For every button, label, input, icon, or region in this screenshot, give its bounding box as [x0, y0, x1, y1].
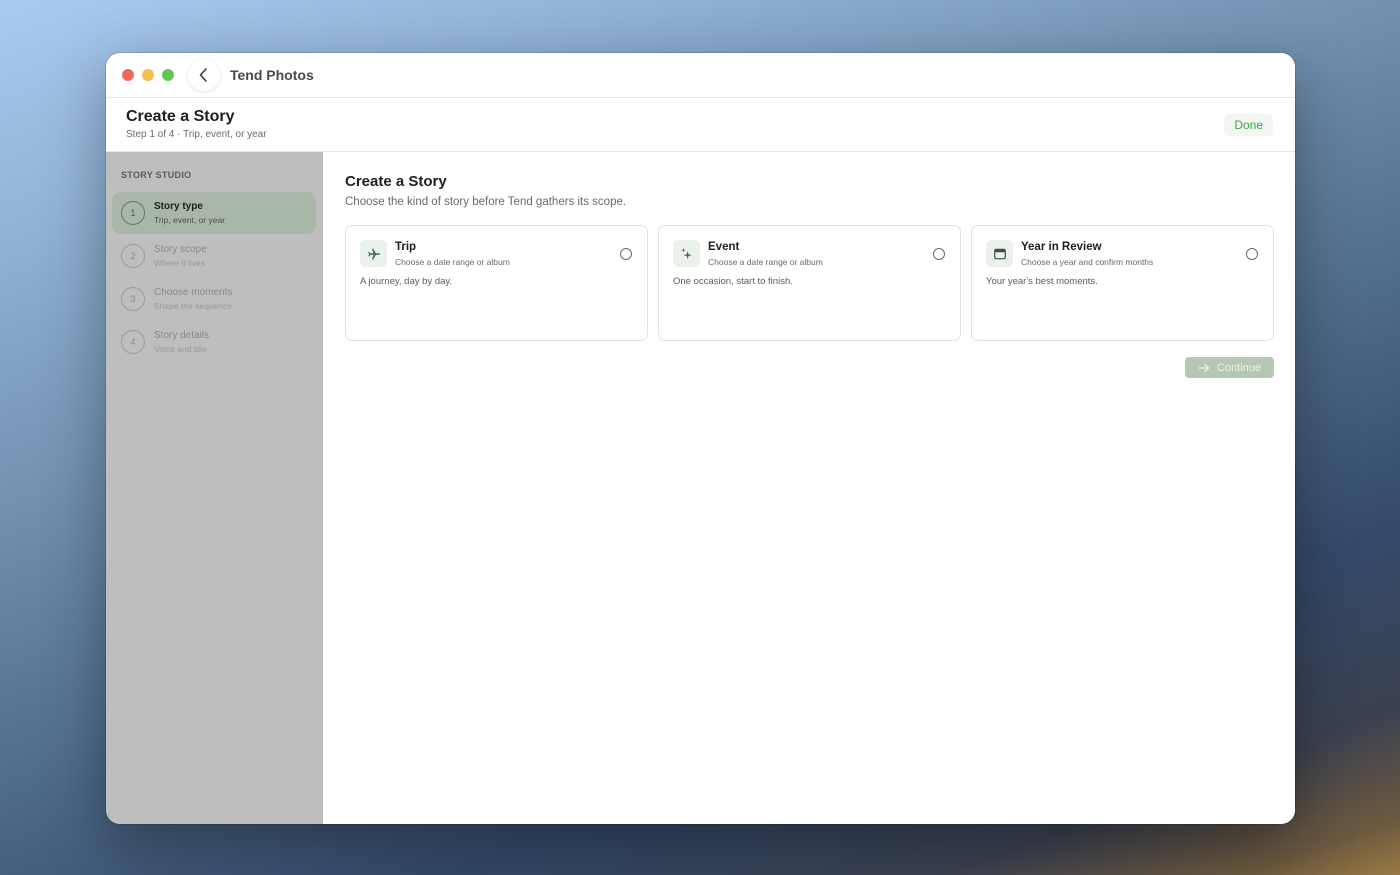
card-description: One occasion, start to finish. [673, 276, 793, 287]
step-number: 3 [121, 287, 145, 311]
card-subtitle: Choose a date range or album [708, 257, 823, 267]
story-type-card-year-in-review[interactable]: Year in Review Choose a year and confirm… [971, 225, 1274, 341]
sidebar-step-story-scope[interactable]: 2 Story scope Where it lives [112, 235, 316, 277]
section-subtitle: Choose the kind of story before Tend gat… [345, 196, 627, 208]
sidebar-step-choose-moments[interactable]: 3 Choose moments Shape the sequence [112, 278, 316, 320]
year-in-review-radio-button[interactable] [1246, 248, 1258, 260]
card-title: Event [708, 241, 740, 253]
sidebar-step-story-details[interactable]: 4 Story details Voice and title [112, 321, 316, 363]
done-button[interactable]: Done [1224, 114, 1273, 136]
calendar-icon [986, 240, 1013, 267]
step-number: 2 [121, 244, 145, 268]
step-subtitle: Trip, event, or year [154, 215, 226, 225]
page-title: Create a Story [126, 108, 235, 125]
page-subtitle: Step 1 of 4 · Trip, event, or year [126, 129, 267, 140]
card-subtitle: Choose a year and confirm months [1021, 257, 1154, 267]
step-number: 1 [121, 201, 145, 225]
main-content: Create a Story Choose the kind of story … [323, 152, 1295, 824]
chevron-left-icon [199, 68, 207, 82]
close-window-button[interactable] [122, 69, 134, 81]
card-title: Year in Review [1021, 241, 1102, 253]
card-subtitle: Choose a date range or album [395, 257, 510, 267]
step-subtitle: Shape the sequence [154, 301, 232, 311]
card-description: A journey, day by day. [360, 276, 453, 287]
step-number: 4 [121, 330, 145, 354]
step-subtitle: Voice and title [154, 344, 207, 354]
zoom-window-button[interactable] [162, 69, 174, 81]
step-title: Story scope [154, 244, 207, 255]
page-header: Create a Story Step 1 of 4 · Trip, event… [106, 98, 1295, 152]
arrow-right-icon [1198, 363, 1210, 372]
continue-label: Continue [1216, 361, 1262, 374]
card-description: Your year's best moments. [986, 276, 1098, 287]
app-window: Tend Photos Create a Story Step 1 of 4 ·… [106, 53, 1295, 824]
back-button[interactable] [188, 59, 220, 91]
step-title: Story type [154, 201, 203, 212]
sidebar-step-story-type[interactable]: 1 Story type Trip, event, or year [112, 192, 316, 234]
title-bar: Tend Photos [106, 53, 1295, 98]
minimize-window-button[interactable] [142, 69, 154, 81]
story-type-card-event[interactable]: Event Choose a date range or album One o… [658, 225, 961, 341]
trip-radio-button[interactable] [620, 248, 632, 260]
sidebar: STORY STUDIO 1 Story type Trip, event, o… [106, 152, 323, 824]
step-title: Story details [154, 330, 210, 341]
sparkles-icon [673, 240, 700, 267]
story-type-card-trip[interactable]: Trip Choose a date range or album A jour… [345, 225, 648, 341]
continue-button[interactable]: Continue [1185, 357, 1274, 378]
event-radio-button[interactable] [933, 248, 945, 260]
airplane-icon [360, 240, 387, 267]
app-title: Tend Photos [230, 67, 314, 83]
sidebar-heading: STORY STUDIO [121, 170, 192, 180]
card-title: Trip [395, 241, 417, 253]
section-title: Create a Story [345, 173, 447, 190]
step-subtitle: Where it lives [154, 258, 206, 268]
step-title: Choose moments [154, 287, 233, 298]
